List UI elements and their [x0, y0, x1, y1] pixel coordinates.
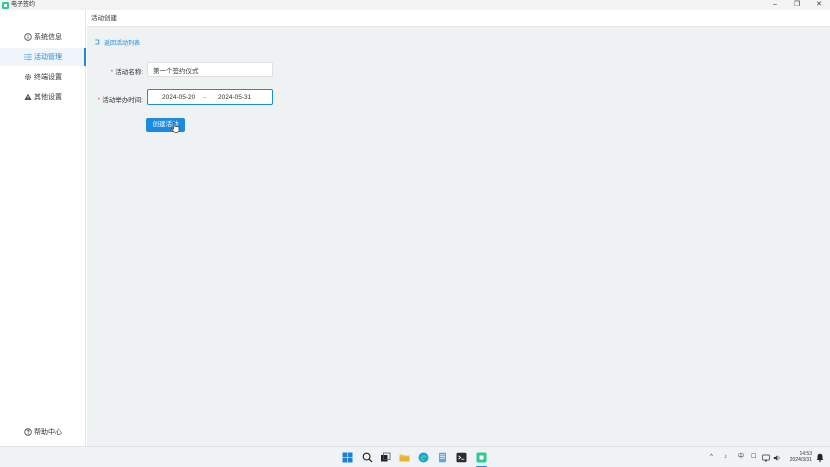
microphone-icon[interactable]: ♪ [724, 453, 727, 462]
close-button[interactable]: ✕ [808, 0, 830, 10]
activity-name-input[interactable] [147, 62, 273, 77]
taskbar: ^ ♪ 中 ☐ 14:53 2024/3/31 [0, 446, 830, 467]
task-view-icon[interactable] [380, 452, 391, 463]
start-date[interactable]: 2024-05-20 [162, 94, 195, 101]
window-controls: – ❐ ✕ [764, 0, 830, 10]
page-title: 活动创建 [87, 10, 830, 27]
minimize-button[interactable]: – [764, 0, 786, 10]
system-clock[interactable]: 14:53 2024/3/31 [790, 451, 812, 463]
sidebar-item-other-settings[interactable]: 其他设置 [0, 88, 86, 106]
back-to-activity-list-link[interactable]: 返回活动列表 [94, 38, 140, 47]
sidebar-item-label: 帮助中心 [34, 429, 62, 436]
required-mark: * [110, 69, 114, 76]
warning-icon [24, 93, 32, 101]
sidebar-item-terminal-settings[interactable]: 终端设置 [0, 68, 86, 86]
sidebar-item-activity-management[interactable]: 活动管理 [0, 48, 86, 66]
esign-app-icon[interactable] [476, 452, 487, 463]
sidebar: 系统信息 活动管理 终端设置 其他设置 帮助中心 [0, 10, 86, 446]
activity-date-range-picker[interactable]: 2024-05-20 – 2024-05-31 [147, 89, 273, 105]
list-icon [24, 53, 32, 61]
maximize-button[interactable]: ❐ [786, 0, 808, 10]
sidebar-item-help-center[interactable]: 帮助中心 [0, 423, 86, 441]
notepad-icon[interactable] [437, 452, 448, 463]
title-bar: 电子签约 – ❐ ✕ [0, 0, 830, 10]
app-logo-icon [2, 1, 9, 9]
windows-start-icon[interactable] [342, 452, 353, 463]
activity-time-label: * 活动举办时间: [97, 97, 143, 104]
info-icon [24, 33, 32, 41]
sidebar-item-label: 活动管理 [34, 54, 62, 61]
activity-name-label: * 活动名称: [110, 69, 143, 76]
search-icon[interactable] [362, 452, 373, 463]
hand-cursor-icon [171, 122, 180, 133]
main-content: 活动创建 返回活动列表 *活动名称: *活动举办时间: 2024-05-20 –… [87, 10, 830, 446]
input-method-indicator[interactable]: 中 [738, 453, 744, 462]
edge-browser-icon[interactable] [418, 452, 429, 463]
help-icon [24, 428, 32, 436]
window-title: 电子签约 [11, 2, 36, 8]
date-range-separator: – [203, 93, 207, 101]
sidebar-item-label: 终端设置 [34, 74, 62, 81]
sidebar-item-label: 系统信息 [34, 34, 62, 41]
clock-date: 2024/3/31 [789, 457, 812, 463]
file-explorer-icon[interactable] [399, 452, 410, 463]
sidebar-item-label: 其他设置 [34, 94, 62, 101]
return-icon [94, 39, 100, 47]
input-mode-icon[interactable]: ☐ [751, 453, 756, 462]
tray-overflow-chevron-icon[interactable]: ^ [710, 453, 713, 462]
sidebar-item-system-info[interactable]: 系统信息 [0, 28, 86, 46]
gear-icon [24, 73, 32, 81]
volume-icon[interactable] [773, 454, 781, 462]
end-date[interactable]: 2024-05-31 [218, 94, 251, 101]
back-link-label: 返回活动列表 [104, 41, 141, 47]
notification-bell-icon[interactable] [816, 453, 824, 462]
network-icon[interactable] [762, 454, 770, 462]
terminal-icon[interactable] [456, 452, 467, 463]
required-mark: * [97, 97, 101, 104]
